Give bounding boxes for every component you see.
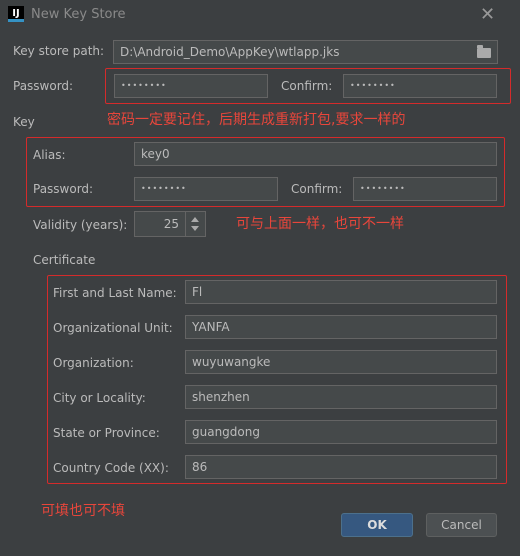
key-annotation: 可与上面一样，也可不一样 bbox=[236, 216, 404, 232]
organizational-unit-input[interactable]: YANFA bbox=[185, 315, 497, 339]
cancel-button[interactable]: Cancel bbox=[426, 513, 497, 537]
android-studio-app-icon: IJ bbox=[8, 6, 24, 22]
certificate-highlight-box bbox=[47, 275, 507, 484]
key-store-path-label: Key store path: bbox=[13, 44, 105, 58]
key-confirm-input[interactable]: •••••••• bbox=[353, 177, 497, 201]
keystore-confirm-input[interactable]: •••••••• bbox=[343, 74, 497, 98]
keystore-annotation: 密码一定要记住，后期生成重新打包,要求一样的 bbox=[107, 112, 406, 128]
key-store-path-value: D:\Android_Demo\AppKey\wtlapp.jks bbox=[120, 45, 340, 59]
key-confirm-label: Confirm: bbox=[291, 182, 343, 196]
state-province-input[interactable]: guangdong bbox=[185, 420, 497, 444]
country-code-input[interactable]: 86 bbox=[185, 455, 497, 479]
spinner-down-icon[interactable] bbox=[191, 226, 199, 231]
certificate-annotation: 可填也可不填 bbox=[41, 503, 125, 519]
first-last-name-input[interactable]: Fl bbox=[185, 280, 497, 304]
validity-spinner[interactable] bbox=[186, 211, 206, 237]
alias-label: Alias: bbox=[33, 148, 66, 162]
window-title: New Key Store bbox=[31, 7, 126, 22]
close-icon[interactable]: ✕ bbox=[480, 4, 495, 25]
key-section-label: Key bbox=[13, 115, 35, 129]
keystore-password-label: Password: bbox=[13, 79, 74, 93]
city-locality-label: City or Locality: bbox=[53, 391, 146, 405]
title-bar: IJ New Key Store ✕ bbox=[0, 0, 520, 30]
alias-input[interactable]: key0 bbox=[134, 142, 497, 166]
validity-input[interactable]: 25 bbox=[134, 211, 186, 237]
ok-button[interactable]: OK bbox=[341, 513, 413, 537]
validity-label: Validity (years): bbox=[33, 218, 128, 232]
key-store-path-input[interactable]: D:\Android_Demo\AppKey\wtlapp.jks bbox=[113, 40, 498, 64]
state-province-label: State or Province: bbox=[53, 426, 160, 440]
organization-input[interactable]: wuyuwangke bbox=[185, 350, 497, 374]
key-password-label: Password: bbox=[33, 182, 94, 196]
certificate-section-label: Certificate bbox=[33, 253, 96, 267]
organizational-unit-label: Organizational Unit: bbox=[53, 321, 173, 335]
keystore-confirm-label: Confirm: bbox=[281, 79, 333, 93]
country-code-label: Country Code (XX): bbox=[53, 461, 169, 475]
key-password-input[interactable]: •••••••• bbox=[134, 177, 278, 201]
keystore-password-input[interactable]: •••••••• bbox=[114, 74, 268, 98]
folder-browse-icon[interactable] bbox=[477, 45, 491, 58]
organization-label: Organization: bbox=[53, 356, 134, 370]
first-last-name-label: First and Last Name: bbox=[53, 286, 177, 300]
city-locality-input[interactable]: shenzhen bbox=[185, 385, 497, 409]
spinner-up-icon[interactable] bbox=[191, 217, 199, 222]
